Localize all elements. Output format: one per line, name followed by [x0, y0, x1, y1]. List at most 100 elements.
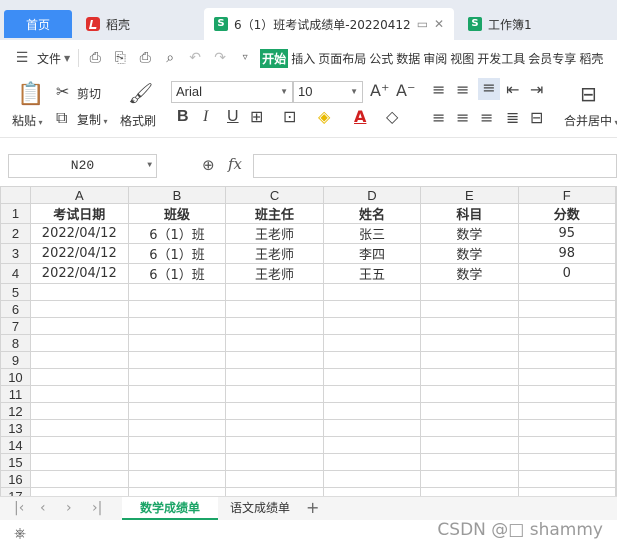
- cell[interactable]: [127, 487, 227, 496]
- cell[interactable]: [29, 334, 129, 352]
- row-header[interactable]: 9: [0, 351, 31, 369]
- cell[interactable]: [517, 453, 616, 471]
- cell[interactable]: [225, 487, 324, 496]
- cell[interactable]: [517, 317, 616, 335]
- undo-icon[interactable]: ↶: [185, 49, 205, 67]
- sheet-tab-chinese[interactable]: 语文成绩单: [218, 497, 302, 520]
- cell[interactable]: [517, 385, 616, 403]
- column-header[interactable]: B: [127, 186, 227, 204]
- cell[interactable]: [127, 402, 227, 420]
- cell[interactable]: [614, 453, 617, 471]
- cell[interactable]: [517, 436, 616, 454]
- cell[interactable]: [29, 300, 129, 318]
- cell[interactable]: [29, 453, 129, 471]
- format-painter-button[interactable]: 格式刷: [120, 112, 156, 129]
- font-name-select[interactable]: Arial ▼: [171, 81, 293, 103]
- row-header[interactable]: 15: [0, 453, 31, 471]
- column-header[interactable]: A: [29, 186, 129, 204]
- copy-button[interactable]: 复制 ▾: [77, 111, 108, 128]
- scissors-icon[interactable]: ✂: [56, 82, 69, 101]
- cell[interactable]: [29, 470, 129, 488]
- row-header[interactable]: 13: [0, 419, 31, 437]
- paste-icon[interactable]: 📋: [17, 82, 44, 107]
- cell[interactable]: [225, 334, 324, 352]
- cell[interactable]: [614, 263, 617, 284]
- cell[interactable]: [127, 419, 227, 437]
- cut-button[interactable]: 剪切: [77, 85, 101, 102]
- cell[interactable]: [29, 351, 129, 369]
- cell[interactable]: [420, 334, 519, 352]
- cell[interactable]: [614, 283, 617, 301]
- row-header[interactable]: 12: [0, 402, 31, 420]
- row-header[interactable]: 17: [0, 487, 31, 496]
- cell[interactable]: [322, 436, 422, 454]
- column-header[interactable]: C: [225, 186, 324, 204]
- cell[interactable]: [420, 300, 519, 318]
- cell[interactable]: [322, 470, 422, 488]
- cell[interactable]: 王五: [322, 263, 422, 284]
- cell[interactable]: [614, 419, 617, 437]
- bold-icon[interactable]: B: [177, 108, 189, 126]
- row-header[interactable]: 14: [0, 436, 31, 454]
- cell[interactable]: [127, 453, 227, 471]
- cell[interactable]: [322, 487, 422, 496]
- cell[interactable]: [127, 385, 227, 403]
- cell[interactable]: 2022/04/12: [29, 243, 129, 264]
- cell[interactable]: [420, 317, 519, 335]
- paste-button[interactable]: 粘贴 ▾: [12, 112, 43, 129]
- cell[interactable]: [517, 334, 616, 352]
- cell[interactable]: 班主任: [225, 203, 324, 224]
- export-icon[interactable]: ⎘: [110, 49, 130, 67]
- cell[interactable]: 数学: [420, 223, 519, 244]
- cell[interactable]: [614, 300, 617, 318]
- cell[interactable]: [225, 470, 324, 488]
- cell[interactable]: 王老师: [225, 263, 324, 284]
- prev-sheet-icon[interactable]: ‹: [40, 500, 46, 516]
- distribute-icon[interactable]: ⊟: [530, 108, 543, 127]
- align-center-icon[interactable]: ≡: [456, 108, 469, 127]
- cell[interactable]: 2022/04/12: [29, 263, 129, 284]
- cell[interactable]: [127, 334, 227, 352]
- cell[interactable]: [225, 402, 324, 420]
- format-painter-icon[interactable]: 🖌: [128, 81, 153, 105]
- cell[interactable]: 2022/04/12: [29, 223, 129, 244]
- select-all-corner[interactable]: [0, 186, 31, 204]
- align-right-icon[interactable]: ≡: [480, 108, 493, 127]
- tab-workbook[interactable]: S 工作簿1: [458, 8, 617, 40]
- cell[interactable]: 98: [517, 243, 616, 264]
- save-icon[interactable]: ⎙: [85, 49, 105, 67]
- row-header[interactable]: 10: [0, 368, 31, 386]
- cell[interactable]: [29, 402, 129, 420]
- row-header[interactable]: 6: [0, 300, 31, 318]
- cell[interactable]: [127, 470, 227, 488]
- menu-insert[interactable]: 插入: [291, 50, 315, 67]
- row-header[interactable]: 5: [0, 283, 31, 301]
- cell[interactable]: [29, 487, 129, 496]
- tab-home[interactable]: 首页: [4, 10, 72, 38]
- cell[interactable]: [614, 317, 617, 335]
- indent-increase-icon[interactable]: ⇥: [530, 80, 543, 99]
- next-sheet-icon[interactable]: ›: [66, 500, 72, 516]
- align-left-icon[interactable]: ≡: [432, 108, 445, 127]
- row-header[interactable]: 7: [0, 317, 31, 335]
- menu-member[interactable]: 会员专享: [528, 50, 576, 67]
- menu-page-layout[interactable]: 页面布局: [318, 50, 366, 67]
- cell[interactable]: [29, 436, 129, 454]
- align-middle-icon[interactable]: ≡: [456, 80, 469, 99]
- menu-formulas[interactable]: 公式: [369, 50, 393, 67]
- menu-review[interactable]: 审阅: [423, 50, 447, 67]
- formula-input[interactable]: [253, 154, 617, 178]
- align-top-icon[interactable]: ≡: [432, 80, 445, 99]
- cell[interactable]: 王老师: [225, 223, 324, 244]
- menu-data[interactable]: 数据: [396, 50, 420, 67]
- underline-icon[interactable]: U: [227, 108, 239, 126]
- cell[interactable]: [517, 283, 616, 301]
- cell[interactable]: [420, 453, 519, 471]
- cell[interactable]: [614, 470, 617, 488]
- menu-view[interactable]: 视图: [450, 50, 474, 67]
- cell[interactable]: 李四: [322, 243, 422, 264]
- cell[interactable]: [614, 487, 617, 496]
- cell[interactable]: [127, 368, 227, 386]
- cell[interactable]: [127, 300, 227, 318]
- cell[interactable]: [29, 283, 129, 301]
